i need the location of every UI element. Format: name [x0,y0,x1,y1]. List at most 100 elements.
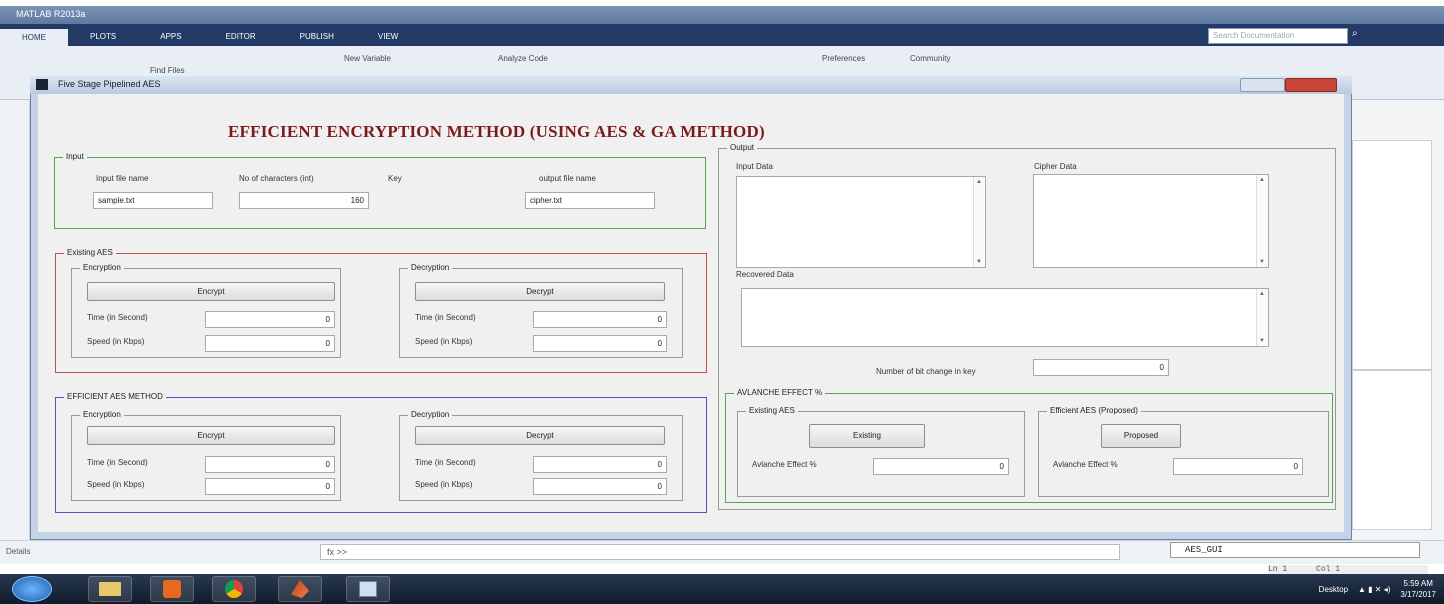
command-window-input[interactable]: fx >> [320,544,1120,560]
proposed-button[interactable]: Proposed [1101,424,1181,448]
efficient-dec-time-field[interactable]: 0 [533,456,667,473]
column-status: Col 1 [1316,565,1341,574]
close-button[interactable] [1285,78,1337,92]
tray-icons[interactable]: ▲ ▮ ✕ ◂) [1358,585,1390,594]
new-variable-button[interactable]: New Variable [344,54,391,63]
system-tray: Desktop ▲ ▮ ✕ ◂) 5:59 AM 3/17/2017 [1319,578,1436,600]
cipher-data-box[interactable]: ▲ ▼ [1033,174,1269,268]
existing-button[interactable]: Existing [809,424,925,448]
scroll-up-icon[interactable]: ▲ [1259,291,1265,297]
recovered-data-box[interactable]: ▲ ▼ [741,288,1269,347]
efficient-decryption-group: Decryption Decrypt Time (in Second) 0 Sp… [399,410,683,501]
efficient-aes-avalanche-group: Efficient AES (Proposed) Proposed Avlanc… [1038,406,1329,497]
matlab-icon[interactable] [278,576,322,602]
tab-apps[interactable]: APPS [138,32,203,46]
efficient-enc-time-field[interactable]: 0 [205,456,335,473]
scroll-up-icon[interactable]: ▲ [976,179,982,185]
scroll-down-icon[interactable]: ▼ [1259,259,1265,265]
matlab-title-bar: MATLAB R2013a [0,6,1444,24]
tab-editor[interactable]: EDITOR [204,32,278,46]
efficient-encryption-group: Encryption Encrypt Time (in Second) 0 Sp… [71,410,341,501]
existing-enc-time-field[interactable]: 0 [205,311,335,328]
existing-aes-avalanche-group: Existing AES Existing Avlanche Effect % … [737,406,1025,497]
input-file-field[interactable]: sample.txt [93,192,213,209]
time-label: Time (in Second) [415,458,476,467]
existing-aes-avalanche-legend: Existing AES [746,406,798,415]
output-file-field[interactable]: cipher.txt [525,192,655,209]
search-documentation-input[interactable]: Search Documentation [1208,28,1348,44]
efficient-enc-speed-field[interactable]: 0 [205,478,335,495]
existing-decrypt-button[interactable]: Decrypt [415,282,665,301]
community-button[interactable]: Community [910,54,950,63]
clock[interactable]: 5:59 AM 3/17/2017 [1400,578,1436,600]
existing-decryption-group: Decryption Decrypt Time (in Second) 0 Sp… [399,263,683,358]
scroll-down-icon[interactable]: ▼ [1259,338,1265,344]
bit-change-label: Number of bit change in key [876,367,976,376]
avalanche-effect-label: Avlanche Effect % [752,460,817,469]
scroll-down-icon[interactable]: ▼ [976,259,982,265]
windows-taskbar: Desktop ▲ ▮ ✕ ◂) 5:59 AM 3/17/2017 [0,574,1444,604]
time-label: Time (in Second) [87,458,148,467]
clock-date: 3/17/2017 [1400,590,1436,599]
existing-dec-time-field[interactable]: 0 [533,311,667,328]
existing-encrypt-button[interactable]: Encrypt [87,282,335,301]
efficient-dec-speed-field[interactable]: 0 [533,478,667,495]
gui-title-bar[interactable]: Five Stage Pipelined AES [30,76,1352,94]
matlab-title: MATLAB R2013a [16,9,86,19]
desktop-toolbar-label[interactable]: Desktop [1319,585,1348,594]
app-icon[interactable] [150,576,194,602]
speed-label: Speed (in Kbps) [87,337,145,346]
explorer-icon[interactable] [88,576,132,602]
existing-aes-legend: Existing AES [64,248,116,257]
bit-change-field[interactable]: 0 [1033,359,1169,376]
scrollbar[interactable]: ▲ ▼ [1256,289,1268,346]
matlab-figure-icon [36,79,48,90]
chars-label: No of characters (int) [239,174,314,183]
efficient-encrypt-button[interactable]: Encrypt [87,426,335,445]
key-label: Key [388,174,402,183]
output-legend: Output [727,143,758,152]
efficient-decrypt-button[interactable]: Decrypt [415,426,665,445]
scrollbar[interactable]: ▲ ▼ [1256,175,1268,267]
decryption-legend: Decryption [408,263,453,272]
clock-time: 5:59 AM [1403,579,1433,588]
workspace-list[interactable] [1352,140,1432,370]
existing-enc-speed-field[interactable]: 0 [205,335,335,352]
minimize-button[interactable] [1240,78,1285,92]
recovered-data-label: Recovered Data [736,270,794,279]
find-files-button[interactable]: Find Files [150,66,185,75]
avalanche-legend: AVLANCHE EFFECT % [734,388,826,397]
history-list[interactable] [1352,370,1432,530]
tab-plots[interactable]: PLOTS [68,32,138,46]
existing-avalanche-field[interactable]: 0 [873,458,1009,475]
workspace-panel [1352,100,1444,540]
current-file-field[interactable]: AES_GUI [1170,542,1420,558]
input-legend: Input [63,152,87,161]
chars-field[interactable]: 160 [239,192,369,209]
speed-label: Speed (in Kbps) [87,480,145,489]
time-label: Time (in Second) [87,313,148,322]
tab-view[interactable]: VIEW [356,32,420,46]
input-data-box[interactable]: ▲ ▼ [736,176,986,268]
scrollbar[interactable]: ▲ ▼ [973,177,985,267]
chrome-icon[interactable] [212,576,256,602]
output-panel: Output Input Data ▲ ▼ Cipher Data ▲ ▼ Reco… [718,143,1336,510]
preferences-button[interactable]: Preferences [822,54,865,63]
analyze-code-button[interactable]: Analyze Code [498,54,548,63]
output-file-label: output file name [539,174,596,183]
tab-publish[interactable]: PUBLISH [278,32,356,46]
efficient-aes-avalanche-legend: Efficient AES (Proposed) [1047,406,1141,415]
start-button[interactable] [12,576,52,602]
existing-dec-speed-field[interactable]: 0 [533,335,667,352]
time-label: Time (in Second) [415,313,476,322]
tab-home[interactable]: HOME [0,29,68,46]
proposed-avalanche-field[interactable]: 0 [1173,458,1303,475]
cipher-data-label: Cipher Data [1034,162,1077,171]
encryption-legend: Encryption [80,263,124,272]
scroll-up-icon[interactable]: ▲ [1259,177,1265,183]
search-icon[interactable]: ⌕ [1352,28,1364,42]
current-folder-panel [0,100,30,540]
existing-encryption-group: Encryption Encrypt Time (in Second) 0 Sp… [71,263,341,358]
figure-icon[interactable] [346,576,390,602]
existing-aes-panel: Existing AES Encryption Encrypt Time (in… [55,248,707,373]
